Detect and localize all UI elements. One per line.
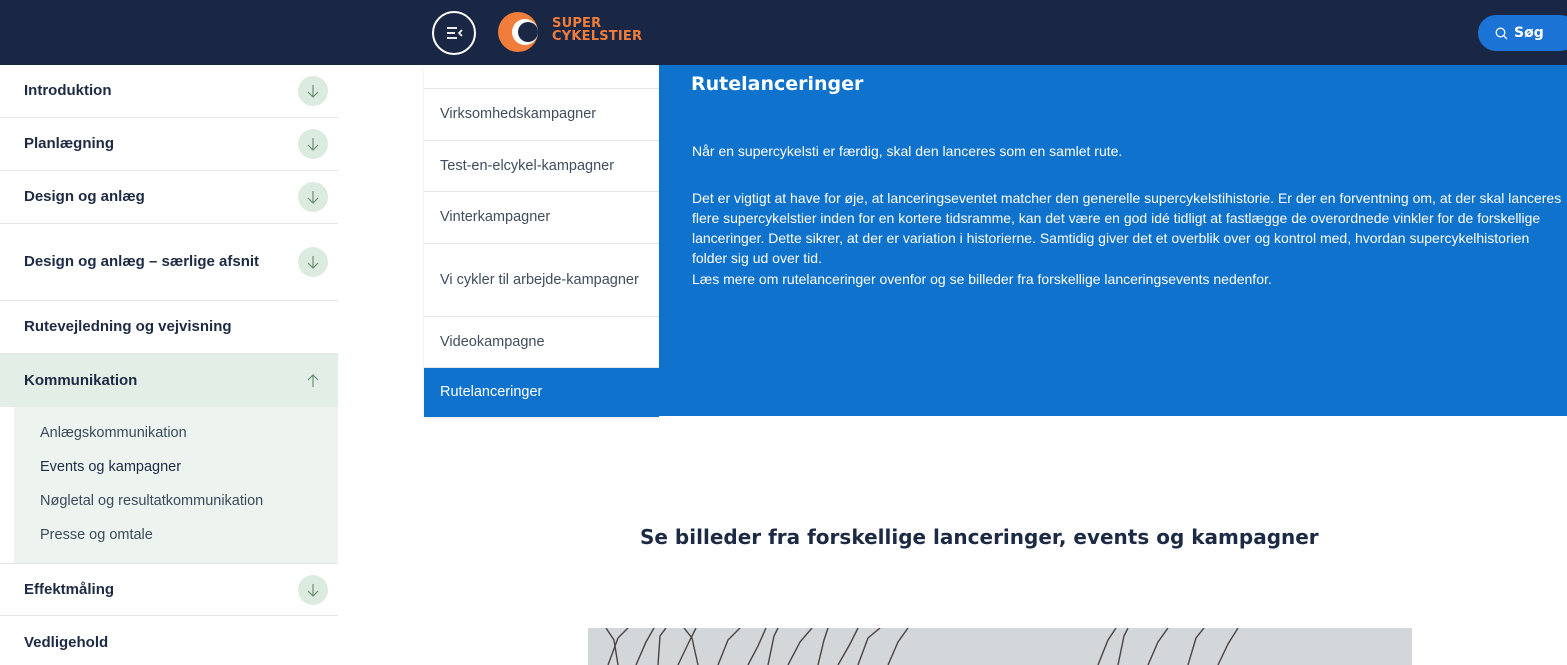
sidebar-item-label: Planlægning: [24, 135, 114, 152]
sidebar-item-label: Design og anlæg – særlige afsnit: [24, 253, 260, 270]
subnav-item-noegletal[interactable]: Nøgletal og resultatkommunikation: [40, 493, 263, 509]
sidebar-item-label: Rutevejledning og vejvisning: [24, 318, 232, 335]
logo-icon[interactable]: [496, 10, 540, 54]
sidebar-item-label: Vedligehold: [24, 633, 109, 651]
sidebar-item-rutevejledning[interactable]: Rutevejledning og vejvisning: [0, 301, 338, 354]
logo-text[interactable]: SUPER CYKELSTIER: [552, 17, 642, 43]
campaign-menu: Virksomhedskampagner Test-en-elcykel-kam…: [424, 65, 659, 417]
arrow-down-icon[interactable]: [298, 574, 328, 605]
search-button[interactable]: Søg: [1478, 15, 1567, 51]
campaign-menu-item-virksomhed[interactable]: Virksomhedskampagner: [424, 89, 659, 141]
sidebar-item-label: Introduktion: [24, 82, 112, 99]
search-label: Søg: [1514, 25, 1544, 41]
sidebar-item-design-og-anlaeg[interactable]: Design og anlæg: [0, 171, 338, 224]
campaign-menu-item-vinter[interactable]: Vinterkampagner: [424, 192, 659, 244]
sidebar-item-kommunikation[interactable]: Kommunikation: [0, 354, 338, 407]
panel-paragraph-3: Læs mere om rutelanceringer ovenfor og s…: [692, 271, 1272, 287]
arrow-down-icon[interactable]: [298, 182, 328, 212]
panel-paragraph-1: Når en supercykelsti er færdig, skal den…: [692, 143, 1123, 159]
gallery-photo[interactable]: [588, 628, 1412, 665]
panel-paragraph-2: Det er vigtigt at have for øje, at lance…: [692, 190, 1562, 266]
menu-toggle-button[interactable]: [432, 11, 476, 55]
search-icon: [1495, 27, 1508, 39]
sidebar-item-effektmaaling[interactable]: Effektmåling: [0, 563, 338, 616]
campaign-menu-item-rutelanceringer[interactable]: Rutelanceringer: [424, 368, 659, 417]
arrow-down-icon[interactable]: [298, 247, 328, 277]
gallery-title: Se billeder fra forskellige lanceringer,…: [640, 525, 1319, 549]
sidebar: Introduktion Planlægning Design og anlæg…: [0, 65, 338, 665]
sidebar-item-label: Kommunikation: [24, 371, 138, 389]
subnav-kommunikation: Anlægskommunikation Events og kampagner …: [14, 407, 338, 563]
subnav-item-presse-og-omtale[interactable]: Presse og omtale: [40, 527, 153, 543]
arrow-down-icon[interactable]: [298, 76, 328, 106]
campaign-menu-item-test-en-elcykel[interactable]: Test-en-elcykel-kampagner: [424, 141, 659, 192]
arrow-up-icon[interactable]: [298, 366, 328, 396]
logo-line-2: CYKELSTIER: [552, 29, 643, 44]
subnav-item-events-og-kampagner[interactable]: Events og kampagner: [40, 459, 181, 475]
sidebar-item-introduktion[interactable]: Introduktion: [0, 65, 338, 118]
campaign-menu-item-video[interactable]: Videokampagne: [424, 317, 659, 368]
panel-title: Rutelanceringer: [691, 73, 864, 95]
campaign-menu-item-truncated[interactable]: [424, 65, 659, 89]
content-panel: Rutelanceringer Når en supercykelsti er …: [659, 65, 1567, 416]
top-header: SUPER CYKELSTIER Søg: [0, 0, 1567, 65]
arrow-down-icon[interactable]: [298, 129, 328, 159]
campaign-menu-item-vi-cykler[interactable]: Vi cykler til arbejde-kampagner: [424, 244, 659, 317]
sidebar-item-vedligehold[interactable]: Vedligehold: [0, 616, 338, 665]
subnav-item-anlaegskommunikation[interactable]: Anlægskommunikation: [40, 425, 187, 441]
sidebar-item-planlaegning[interactable]: Planlægning: [0, 118, 338, 171]
sidebar-item-design-saerlige-afsnit[interactable]: Design og anlæg – særlige afsnit: [0, 224, 338, 301]
sidebar-item-label: Effektmåling: [24, 580, 115, 598]
sidebar-item-label: Design og anlæg: [24, 188, 145, 205]
menu-collapse-icon: [447, 27, 463, 39]
